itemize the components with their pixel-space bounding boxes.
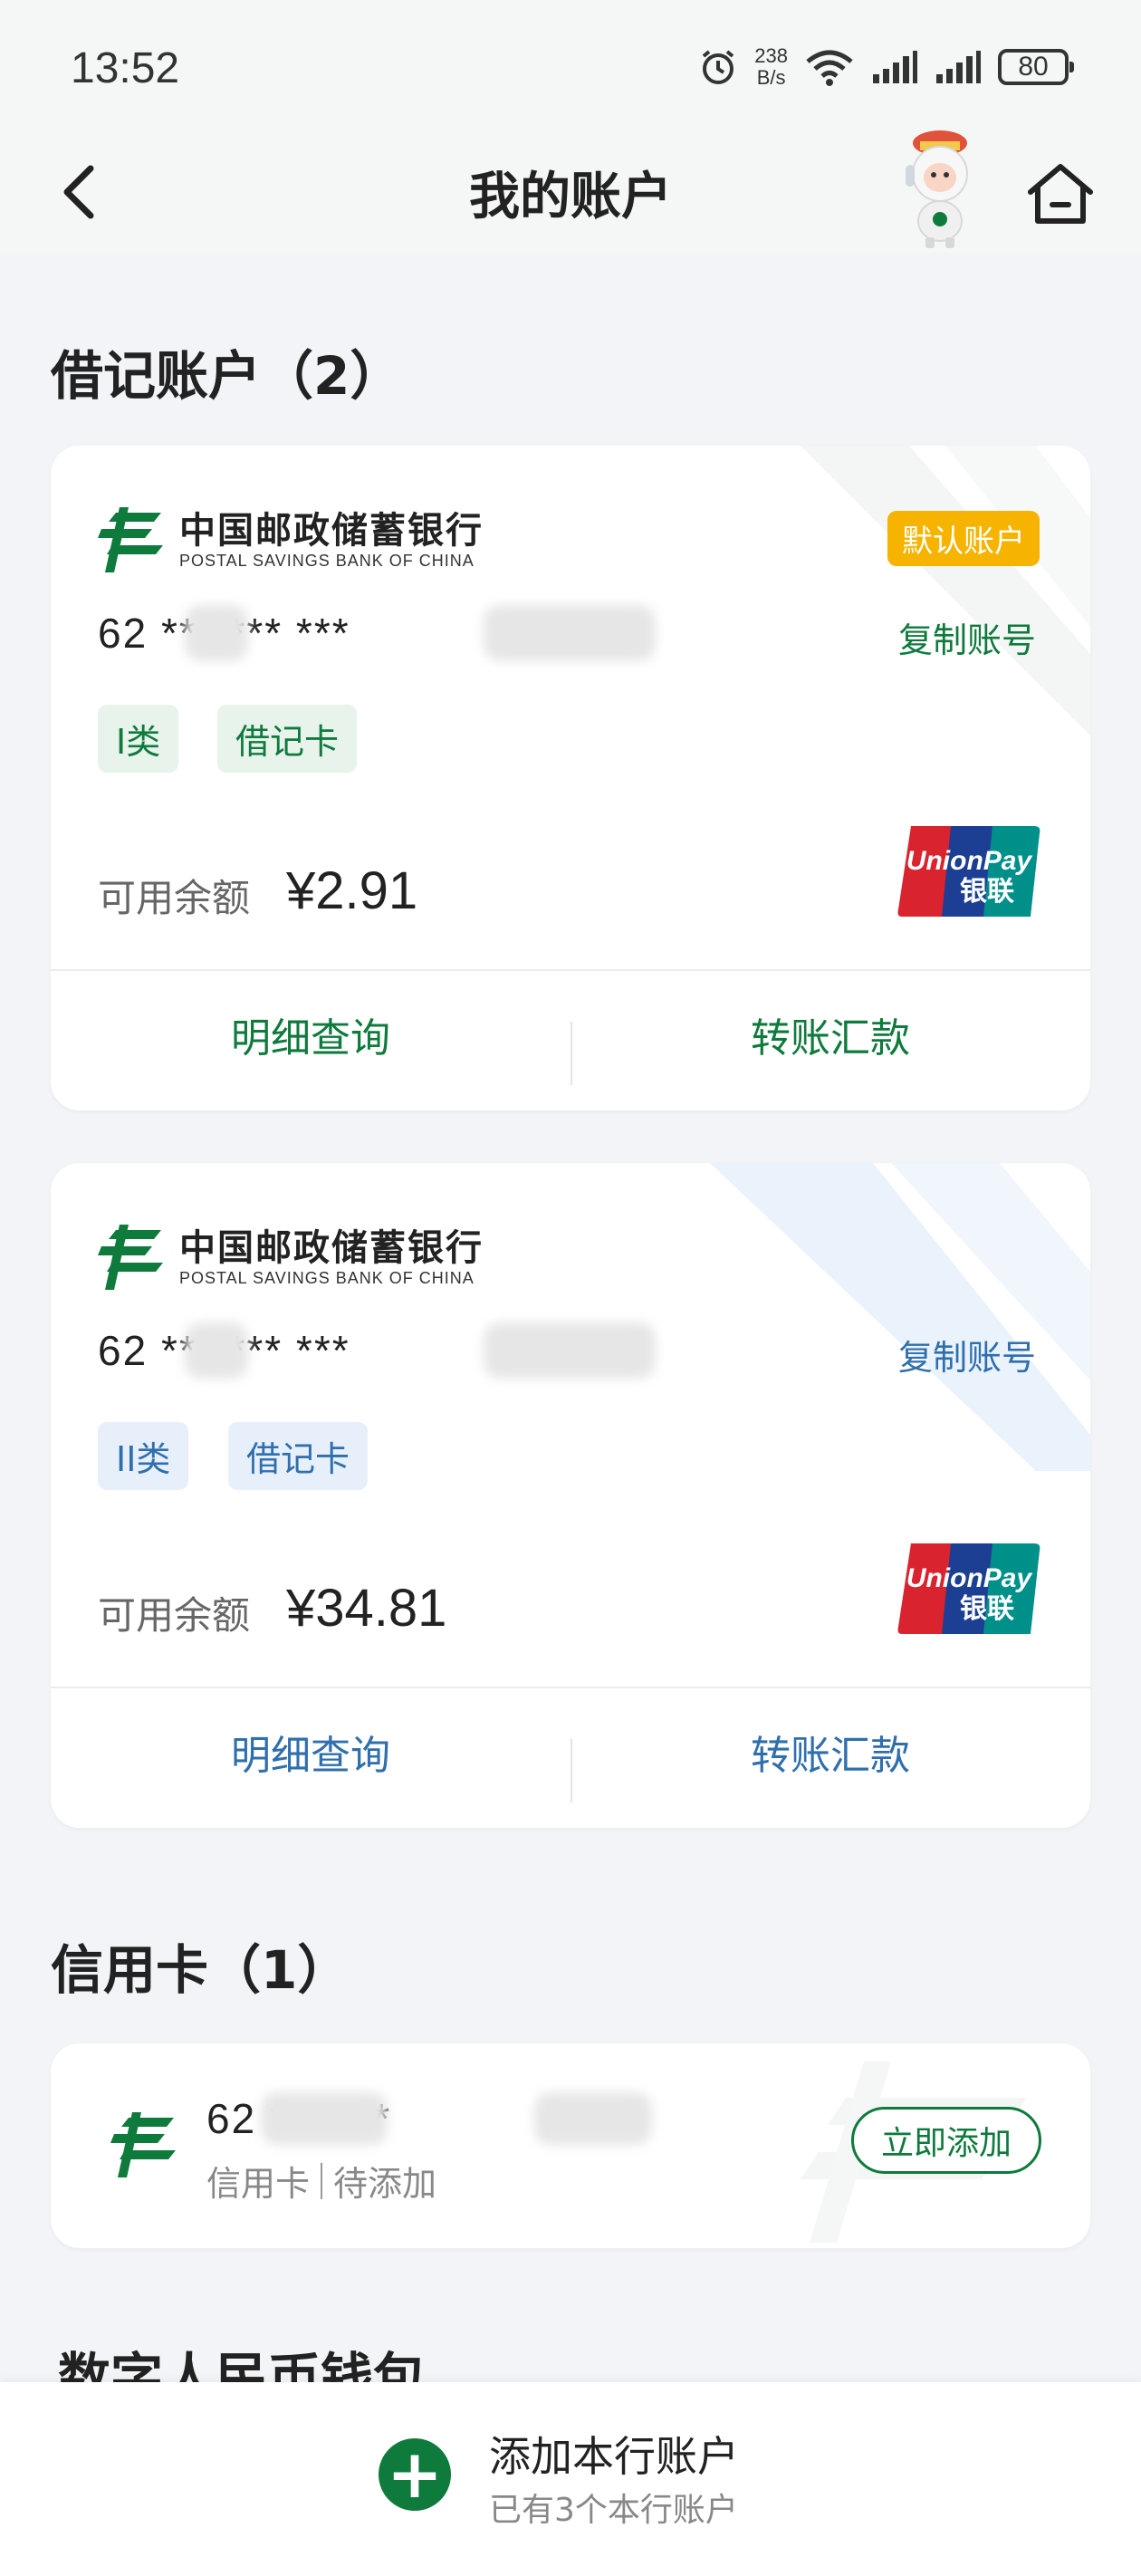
balance-value: ¥2.91 xyxy=(286,861,418,920)
balance-label: 可用余额 xyxy=(98,1593,251,1638)
svg-text:银联: 银联 xyxy=(960,876,1014,908)
debit-section-title: 借记账户（2） xyxy=(51,345,403,407)
bank-name-cn: 中国邮政储蓄银行 xyxy=(179,509,484,552)
bank-name-en: POSTAL SAVINGS BANK OF CHINA xyxy=(179,551,475,570)
net-speed: 238 B/s xyxy=(754,45,788,89)
card-divider xyxy=(51,1687,1090,1688)
unionpay-logo-icon: UnionPay 银联 xyxy=(897,1543,1040,1634)
details-query-button[interactable]: 明细查询 xyxy=(51,1005,570,1063)
details-query-button[interactable]: 明细查询 xyxy=(51,1723,570,1781)
debit-card-2: 中国邮政储蓄银行 POSTAL SAVINGS BANK OF CHINA 62… xyxy=(51,1163,1090,1828)
card-divider xyxy=(51,969,1090,971)
add-account-button[interactable]: 添加本行账户 xyxy=(489,2424,739,2484)
plus-circle-icon[interactable]: + xyxy=(379,2438,451,2511)
credit-card-item[interactable]: 62 ** **** 信用卡 待添加 立即添加 xyxy=(51,2043,1090,2248)
net-speed-value: 238 xyxy=(754,44,788,67)
balance-label: 可用余额 xyxy=(98,876,251,920)
svg-text:UnionPay: UnionPay xyxy=(906,1563,1033,1593)
credit-section-title: 信用卡（1） xyxy=(51,1939,350,2001)
unionpay-logo-icon: UnionPay 银联 xyxy=(897,826,1040,917)
svg-text:UnionPay: UnionPay xyxy=(906,846,1033,876)
signal-icon xyxy=(873,51,917,83)
wifi-icon xyxy=(806,50,853,86)
masked-digits xyxy=(185,1322,248,1379)
status-icons: 238 B/s 80 xyxy=(698,40,1074,94)
copy-account-button[interactable]: 复制账号 xyxy=(898,1330,1036,1379)
card-stripe-decoration xyxy=(710,1163,1090,1471)
card-type-tag: 借记卡 xyxy=(217,705,358,773)
bank-logo: 中国邮政储蓄银行 POSTAL SAVINGS BANK OF CHINA xyxy=(98,507,484,572)
masked-digits xyxy=(534,2092,652,2145)
bank-logo: 中国邮政储蓄银行 POSTAL SAVINGS BANK OF CHINA xyxy=(98,1225,484,1290)
bank-name-cn: 中国邮政储蓄银行 xyxy=(179,1226,484,1269)
status-time: 13:52 xyxy=(71,44,180,92)
card-stripe-decoration xyxy=(801,446,1090,735)
home-icon[interactable] xyxy=(1021,156,1099,234)
account-class-tag: I类 xyxy=(98,705,179,773)
card-type-tag: 借记卡 xyxy=(228,1422,369,1490)
credit-card-type: 信用卡 xyxy=(206,2164,311,2204)
battery-indicator: 80 xyxy=(998,49,1074,85)
svg-text:银联: 银联 xyxy=(960,1593,1014,1625)
masked-digits xyxy=(261,2092,388,2145)
masked-digits xyxy=(484,1322,656,1379)
credit-card-status: 待添加 xyxy=(333,2164,437,2204)
account-class-tag: II类 xyxy=(98,1422,189,1490)
transfer-button[interactable]: 转账汇款 xyxy=(570,1005,1090,1063)
bank-name-en: POSTAL SAVINGS BANK OF CHINA xyxy=(179,1268,475,1287)
net-speed-unit: B/s xyxy=(756,66,786,89)
psbc-logo-icon xyxy=(110,2112,176,2177)
balance-value: ¥34.81 xyxy=(286,1579,447,1638)
copy-account-button[interactable]: 复制账号 xyxy=(898,612,1036,662)
credit-card-meta: 信用卡 待添加 xyxy=(206,2156,436,2206)
debit-card-1: 中国邮政储蓄银行 POSTAL SAVINGS BANK OF CHINA 默认… xyxy=(51,446,1090,1110)
masked-digits xyxy=(484,605,656,661)
alarm-icon xyxy=(703,50,734,84)
default-account-badge: 默认账户 xyxy=(887,511,1040,566)
add-credit-card-button[interactable]: 立即添加 xyxy=(850,2107,1041,2174)
account-count-text: 已有3个本行账户 xyxy=(489,2492,738,2529)
psbc-logo-icon xyxy=(98,1225,163,1290)
signal-icon xyxy=(936,51,981,83)
meta-divider xyxy=(321,2162,323,2199)
mascot-icon[interactable] xyxy=(887,127,987,249)
psbc-logo-icon xyxy=(98,507,163,572)
masked-digits xyxy=(185,605,248,661)
transfer-button[interactable]: 转账汇款 xyxy=(570,1723,1090,1781)
